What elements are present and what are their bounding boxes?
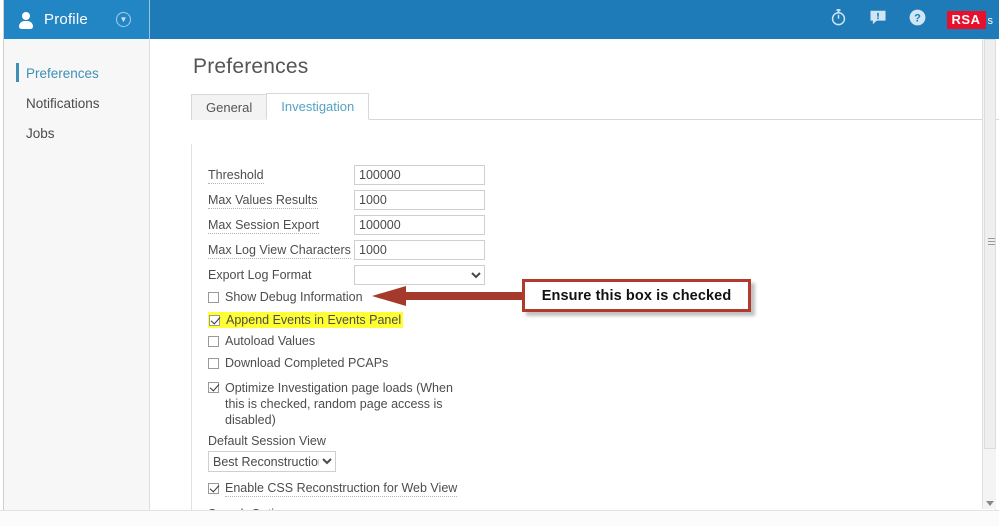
sidebar-item-jobs[interactable]: Jobs [4,118,149,148]
checkbox-box[interactable] [208,483,219,494]
checkbox-label: Optimize Investigation page loads (When … [225,381,453,427]
export-log-format-label: Export Log Format [208,267,312,282]
tab-label: Investigation [281,99,355,114]
investigation-settings-panel: Threshold Max Values Results Max Session… [191,144,996,526]
checkbox-box[interactable] [209,315,220,326]
max-values-results-label: Max Values Results [208,192,318,209]
max-log-view-characters-label: Max Log View Characters [208,242,351,259]
header-icon-group: ? RSA s [829,8,999,32]
rsa-logo-suffix: s [987,14,994,27]
max-session-export-input[interactable] [354,214,485,235]
export-log-format-select[interactable] [354,264,485,285]
window-bottom-edge [0,510,999,526]
left-sidebar: Preferences Notifications Jobs [4,39,150,526]
sidebar-item-label: Preferences [26,65,99,81]
checkbox-label: Download Completed PCAPs [225,356,389,370]
default-session-view-label: Default Session View [208,434,326,448]
threshold-input[interactable] [354,164,485,185]
field-row-max-session-export: Max Session Export [208,212,995,237]
profile-label: Profile [44,11,88,28]
max-session-export-label: Max Session Export [208,217,320,234]
threshold-label: Threshold [208,167,264,184]
checkbox-label: Enable CSS Reconstruction for Web View [225,481,458,497]
application-window: Profile ▼ ? RSA s Preferences Notificati… [0,0,999,526]
field-row-max-values-results: Max Values Results [208,187,995,212]
vertical-scrollbar[interactable] [982,39,996,509]
top-header-bar: Profile ▼ ? RSA s [4,0,999,39]
annotation-callout-box: Ensure this box is checked [522,279,751,312]
field-row-threshold: Threshold [208,162,995,187]
scrollbar-grip-icon [988,238,995,245]
sidebar-item-notifications[interactable]: Notifications [4,88,149,118]
rsa-logo: RSA s [946,10,994,29]
rsa-logo-mark: RSA [946,10,986,29]
chevron-down-circle-icon[interactable]: ▼ [116,12,131,27]
max-log-view-characters-input[interactable] [354,239,485,260]
tab-general[interactable]: General [191,94,268,120]
checkbox-label: Autoload Values [225,334,316,348]
checkbox-row-enable-css-reconstruction[interactable]: Enable CSS Reconstruction for Web View [208,481,995,503]
checkbox-box[interactable] [208,292,219,303]
sidebar-item-label: Notifications [26,95,100,111]
checkbox-row-download-completed-pcaps[interactable]: Download Completed PCAPs [208,356,995,378]
checkbox-label: Append Events in Events Panel [226,313,402,327]
default-session-view-select[interactable]: Best Reconstruction [208,451,336,472]
max-values-results-input[interactable] [354,189,485,210]
checkbox-row-append-events-in-events-panel[interactable]: Append Events in Events Panel [208,312,995,334]
speech-bubble-alert-icon[interactable] [868,8,888,32]
sidebar-item-preferences[interactable]: Preferences [4,58,149,88]
tab-strip: General Investigation [191,93,999,120]
person-icon [18,11,34,29]
timer-icon[interactable] [829,8,848,32]
tab-investigation[interactable]: Investigation [266,93,370,120]
svg-text:?: ? [914,12,921,24]
sidebar-item-label: Jobs [26,125,55,141]
profile-menu-button[interactable]: Profile ▼ [4,0,150,39]
scrollbar-down-arrow-icon[interactable] [986,501,994,506]
scrollbar-thumb[interactable] [984,39,996,449]
question-circle-icon[interactable]: ? [908,8,927,32]
checkbox-label: Show Debug Information [225,290,363,304]
highlight-marker: Append Events in Events Panel [208,312,404,328]
field-row-max-log-view-characters: Max Log View Characters [208,237,995,262]
checkbox-row-autoload-values[interactable]: Autoload Values [208,334,995,356]
page-title: Preferences [193,55,309,78]
checkbox-box[interactable] [208,382,219,393]
checkbox-row-optimize-investigation-page-loads[interactable]: Optimize Investigation page loads (When … [208,380,468,428]
tab-label: General [206,100,253,115]
checkbox-box[interactable] [208,336,219,347]
annotation-text: Ensure this box is checked [541,287,732,304]
checkbox-box[interactable] [208,358,219,369]
